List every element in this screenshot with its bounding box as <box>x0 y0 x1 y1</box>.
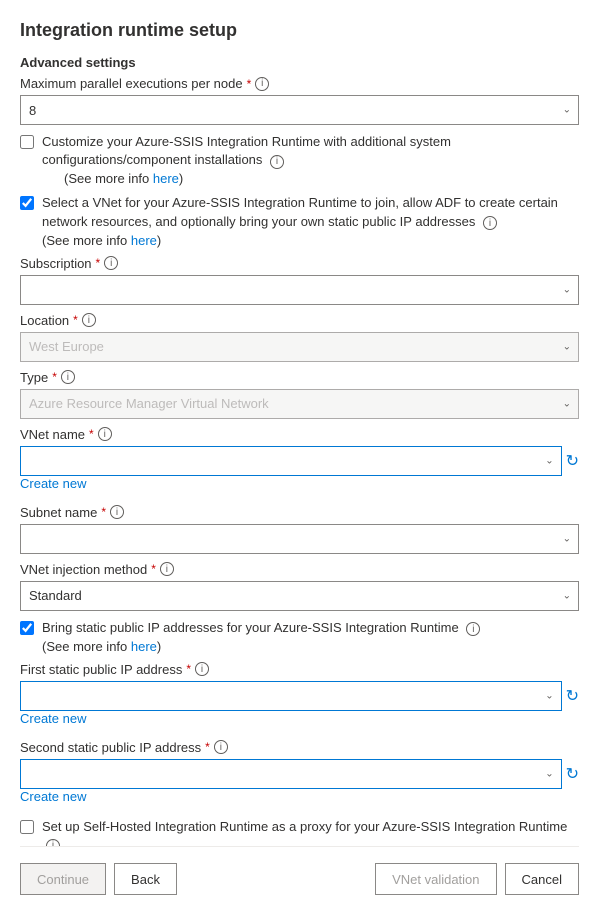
location-info-icon[interactable]: i <box>82 313 96 327</box>
vnet-name-label: VNet name * i <box>20 427 579 442</box>
max-parallel-select-wrapper: 8 ⌄ <box>20 95 579 125</box>
subnet-name-select-wrapper: ⌄ <box>20 524 579 554</box>
subnet-name-info-icon[interactable]: i <box>110 505 124 519</box>
back-button[interactable]: Back <box>114 863 177 895</box>
vnet-name-required: * <box>89 427 94 441</box>
max-parallel-info-icon[interactable]: i <box>255 77 269 91</box>
self-hosted-info-icon[interactable]: i <box>46 839 60 846</box>
second-static-ip-group: Second static public IP address * i ⌄ ↻ … <box>20 740 579 812</box>
cancel-button[interactable]: Cancel <box>505 863 579 895</box>
self-hosted-checkbox[interactable] <box>20 820 34 834</box>
vnet-name-info-icon[interactable]: i <box>98 427 112 441</box>
footer: Continue Back VNet validation Cancel <box>20 846 579 915</box>
subnet-name-required: * <box>101 505 106 519</box>
first-static-ip-label: First static public IP address * i <box>20 662 579 677</box>
first-static-ip-group: First static public IP address * i ⌄ ↻ C… <box>20 662 579 734</box>
first-static-ip-select-wrapper: ⌄ <box>20 681 562 711</box>
vnet-name-select[interactable] <box>20 446 562 476</box>
first-static-ip-required: * <box>186 662 191 676</box>
type-info-icon[interactable]: i <box>61 370 75 384</box>
first-static-ip-row: ⌄ ↻ <box>20 681 579 711</box>
second-static-ip-required: * <box>205 740 210 754</box>
vnet-validation-button[interactable]: VNet validation <box>375 863 496 895</box>
max-parallel-label: Maximum parallel executions per node * i <box>20 76 579 91</box>
static-ip-checkbox-row: Bring static public IP addresses for you… <box>20 619 579 654</box>
vnet-see-more-link[interactable]: here <box>131 233 157 248</box>
vnet-name-group: VNet name * i ⌄ ↻ Create new <box>20 427 579 499</box>
customize-checkbox-row: Customize your Azure-SSIS Integration Ru… <box>20 133 579 186</box>
subscription-group: Subscription * i ⌄ <box>20 256 579 305</box>
second-static-ip-select[interactable] <box>20 759 562 789</box>
max-parallel-group: Maximum parallel executions per node * i… <box>20 76 579 125</box>
customize-checkbox[interactable] <box>20 135 34 149</box>
subnet-name-group: Subnet name * i ⌄ <box>20 505 579 554</box>
second-static-ip-row: ⌄ ↻ <box>20 759 579 789</box>
customize-see-more-link[interactable]: here <box>153 171 179 186</box>
max-parallel-required: * <box>247 77 252 91</box>
subnet-name-select[interactable] <box>20 524 579 554</box>
first-static-ip-select[interactable] <box>20 681 562 711</box>
vnet-name-row: ⌄ ↻ <box>20 446 579 476</box>
static-ip-checkbox-label: Bring static public IP addresses for you… <box>42 620 459 635</box>
first-static-ip-info-icon[interactable]: i <box>195 662 209 676</box>
subscription-required: * <box>96 256 101 270</box>
subscription-info-icon[interactable]: i <box>104 256 118 270</box>
vnet-injection-label: VNet injection method * i <box>20 562 579 577</box>
self-hosted-checkbox-label: Set up Self-Hosted Integration Runtime a… <box>42 819 567 834</box>
type-group: Type * i Azure Resource Manager Virtual … <box>20 370 579 419</box>
location-label: Location * i <box>20 313 579 328</box>
vnet-checkbox-label: Select a VNet for your Azure-SSIS Integr… <box>42 195 558 228</box>
static-ip-see-more: (See more info here) <box>42 639 480 654</box>
static-ip-see-more-link[interactable]: here <box>131 639 157 654</box>
vnet-name-create-new-link[interactable]: Create new <box>20 476 86 491</box>
location-required: * <box>73 313 78 327</box>
vnet-injection-required: * <box>151 562 156 576</box>
first-static-ip-refresh-button[interactable]: ↻ <box>566 686 579 706</box>
type-label: Type * i <box>20 370 579 385</box>
subscription-label: Subscription * i <box>20 256 579 271</box>
vnet-injection-select[interactable]: Standard <box>20 581 579 611</box>
page-title: Integration runtime setup <box>20 20 579 41</box>
type-required: * <box>52 370 57 384</box>
second-static-ip-select-wrapper: ⌄ <box>20 759 562 789</box>
second-static-ip-refresh-button[interactable]: ↻ <box>566 764 579 784</box>
type-select: Azure Resource Manager Virtual Network <box>20 389 579 419</box>
second-static-ip-create-new-link[interactable]: Create new <box>20 789 86 804</box>
static-ip-info-icon[interactable]: i <box>466 622 480 636</box>
self-hosted-checkbox-row: Set up Self-Hosted Integration Runtime a… <box>20 818 579 846</box>
second-static-ip-info-icon[interactable]: i <box>214 740 228 754</box>
customize-checkbox-label: Customize your Azure-SSIS Integration Ru… <box>42 134 451 167</box>
location-select: West Europe <box>20 332 579 362</box>
location-select-wrapper: West Europe ⌄ <box>20 332 579 362</box>
max-parallel-select[interactable]: 8 <box>20 95 579 125</box>
vnet-injection-select-wrapper: Standard ⌄ <box>20 581 579 611</box>
vnet-injection-info-icon[interactable]: i <box>160 562 174 576</box>
vnet-injection-group: VNet injection method * i Standard ⌄ <box>20 562 579 611</box>
vnet-see-more: (See more info here) <box>42 233 579 248</box>
subscription-select-wrapper: ⌄ <box>20 275 579 305</box>
type-select-wrapper: Azure Resource Manager Virtual Network ⌄ <box>20 389 579 419</box>
second-static-ip-label: Second static public IP address * i <box>20 740 579 755</box>
section-advanced: Advanced settings Maximum parallel execu… <box>20 55 579 846</box>
vnet-name-select-wrapper: ⌄ <box>20 446 562 476</box>
customize-info-icon[interactable]: i <box>270 155 284 169</box>
static-ip-checkbox[interactable] <box>20 621 34 635</box>
first-static-ip-create-new-link[interactable]: Create new <box>20 711 86 726</box>
customize-see-more: (See more info here) <box>64 171 579 186</box>
subnet-name-label: Subnet name * i <box>20 505 579 520</box>
vnet-checkbox-row: Select a VNet for your Azure-SSIS Integr… <box>20 194 579 247</box>
vnet-name-refresh-button[interactable]: ↻ <box>566 451 579 471</box>
vnet-checkbox[interactable] <box>20 196 34 210</box>
advanced-settings-label: Advanced settings <box>20 55 579 70</box>
continue-button[interactable]: Continue <box>20 863 106 895</box>
vnet-checkbox-info-icon[interactable]: i <box>483 216 497 230</box>
subscription-select[interactable] <box>20 275 579 305</box>
location-group: Location * i West Europe ⌄ <box>20 313 579 362</box>
